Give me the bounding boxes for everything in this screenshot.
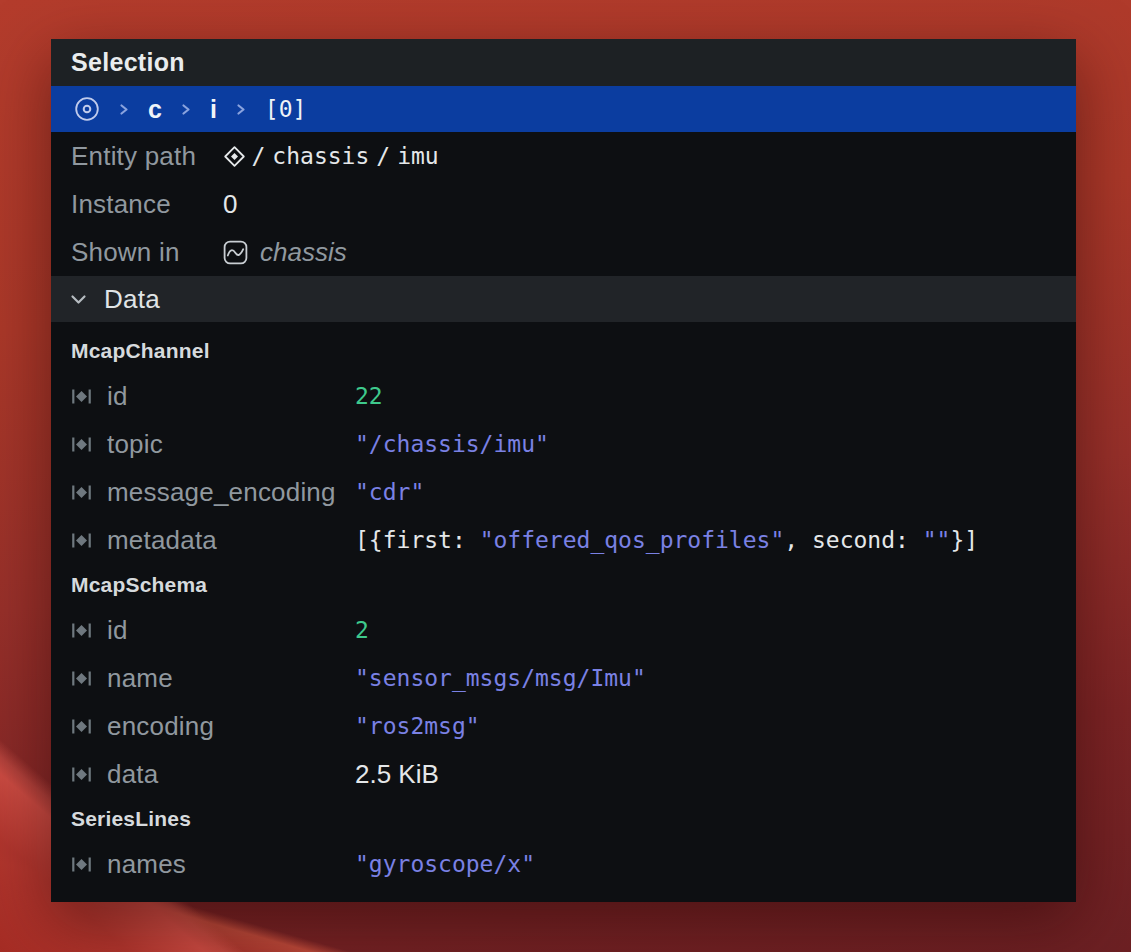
row-label: id xyxy=(107,381,128,412)
component-icon xyxy=(71,668,92,689)
row-left: encoding xyxy=(71,711,355,742)
chevron-right-icon xyxy=(181,102,191,117)
row-value: 2 xyxy=(355,617,369,643)
entity-path-value[interactable]: /chassis/imu xyxy=(223,143,442,169)
component-icon xyxy=(71,620,92,641)
entity-icon xyxy=(223,145,246,168)
group-title-mcapschema: McapSchema xyxy=(51,564,1076,606)
row-left: name xyxy=(71,663,355,694)
data-row-schema-id: id 2 xyxy=(51,606,1076,654)
row-label: topic xyxy=(107,429,163,460)
path-segment-chassis: chassis xyxy=(272,143,369,169)
row-value: [{first: "offered_qos_profiles", second:… xyxy=(355,527,978,553)
data-section-title: Data xyxy=(104,284,160,315)
instance-row: Instance 0 xyxy=(51,180,1076,228)
selection-breadcrumb-bar: c i [0] xyxy=(51,86,1076,132)
instance-label: Instance xyxy=(71,189,223,220)
desktop: { "window": { "title": "Selection" }, "c… xyxy=(0,0,1131,952)
row-value: "cdr" xyxy=(355,479,424,505)
entity-path-row: Entity path /chassis/imu xyxy=(51,132,1076,180)
entity-path-text: /chassis/imu xyxy=(248,143,442,169)
data-row-topic: topic "/chassis/imu" xyxy=(51,420,1076,468)
row-value: 22 xyxy=(355,383,383,409)
row-label: id xyxy=(107,615,128,646)
data-row-id: id 22 xyxy=(51,372,1076,420)
row-value: 2.5 KiB xyxy=(355,759,439,790)
data-row-metadata: metadata [{first: "offered_qos_profiles"… xyxy=(51,516,1076,564)
row-left: message_encoding xyxy=(71,477,355,508)
row-value: "sensor_msgs/msg/Imu" xyxy=(355,665,646,691)
breadcrumb-item-index[interactable]: [0] xyxy=(265,96,307,122)
panel-title: Selection xyxy=(71,48,185,77)
data-row-schema-name: name "sensor_msgs/msg/Imu" xyxy=(51,654,1076,702)
component-icon xyxy=(71,530,92,551)
row-label: message_encoding xyxy=(107,477,336,508)
selection-panel-titlebar: Selection xyxy=(51,39,1076,86)
shown-in-view-name[interactable]: chassis xyxy=(260,237,347,268)
row-label: name xyxy=(107,663,173,694)
data-row-schema-encoding: encoding "ros2msg" xyxy=(51,702,1076,750)
row-value: "ros2msg" xyxy=(355,713,480,739)
breadcrumb-item-c[interactable]: c xyxy=(148,95,162,124)
component-icon xyxy=(71,434,92,455)
row-value: "gyroscope/x" xyxy=(355,851,535,877)
instance-value: 0 xyxy=(223,189,237,220)
row-left: names xyxy=(71,849,355,880)
group-title-serieslines: SeriesLines xyxy=(51,798,1076,840)
chevron-down-icon xyxy=(70,293,87,306)
row-left: id xyxy=(71,615,355,646)
chevron-right-icon xyxy=(119,102,129,117)
row-left: id xyxy=(71,381,355,412)
data-section-header[interactable]: Data xyxy=(51,276,1076,322)
recording-icon[interactable] xyxy=(74,96,100,122)
chevron-right-icon xyxy=(236,102,246,117)
component-icon xyxy=(71,716,92,737)
row-label: metadata xyxy=(107,525,217,556)
path-separator: / xyxy=(252,143,266,169)
timeseries-view-icon xyxy=(223,240,248,265)
data-row-names: names "gyroscope/x" xyxy=(51,840,1076,888)
row-left: data xyxy=(71,759,355,790)
component-icon xyxy=(71,482,92,503)
row-label: data xyxy=(107,759,158,790)
row-left: topic xyxy=(71,429,355,460)
data-row-message-encoding: message_encoding "cdr" xyxy=(51,468,1076,516)
breadcrumb-item-i[interactable]: i xyxy=(210,95,217,124)
data-content: McapChannel id 22 xyxy=(51,322,1076,888)
row-label: encoding xyxy=(107,711,214,742)
entity-path-label: Entity path xyxy=(71,141,223,172)
selection-properties: Entity path /chassis/imu Instance 0 Show… xyxy=(51,132,1076,276)
selection-panel: Selection c i [0] Enti xyxy=(51,39,1076,902)
shown-in-row: Shown in chassis xyxy=(51,228,1076,276)
path-segment-imu: imu xyxy=(397,143,439,169)
shown-in-value[interactable]: chassis xyxy=(223,237,347,268)
shown-in-label: Shown in xyxy=(71,237,223,268)
row-left: metadata xyxy=(71,525,355,556)
data-row-schema-data: data 2.5 KiB xyxy=(51,750,1076,798)
row-value: "/chassis/imu" xyxy=(355,431,549,457)
group-title-mcapchannel: McapChannel xyxy=(51,330,1076,372)
component-icon xyxy=(71,386,92,407)
component-icon xyxy=(71,854,92,875)
row-label: names xyxy=(107,849,186,880)
component-icon xyxy=(71,764,92,785)
path-separator: / xyxy=(376,143,390,169)
